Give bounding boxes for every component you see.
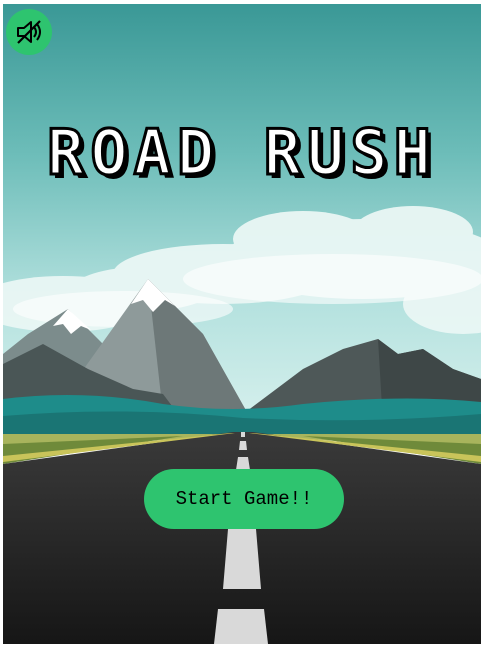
game-title: ROAD RUSH [46, 116, 437, 189]
game-screen: ROAD RUSH Start Game!! [3, 4, 481, 644]
background-scene [3, 4, 481, 644]
start-game-button[interactable]: Start Game!! [144, 469, 344, 529]
sound-toggle-button[interactable] [6, 9, 52, 55]
speaker-muted-icon [17, 20, 41, 44]
